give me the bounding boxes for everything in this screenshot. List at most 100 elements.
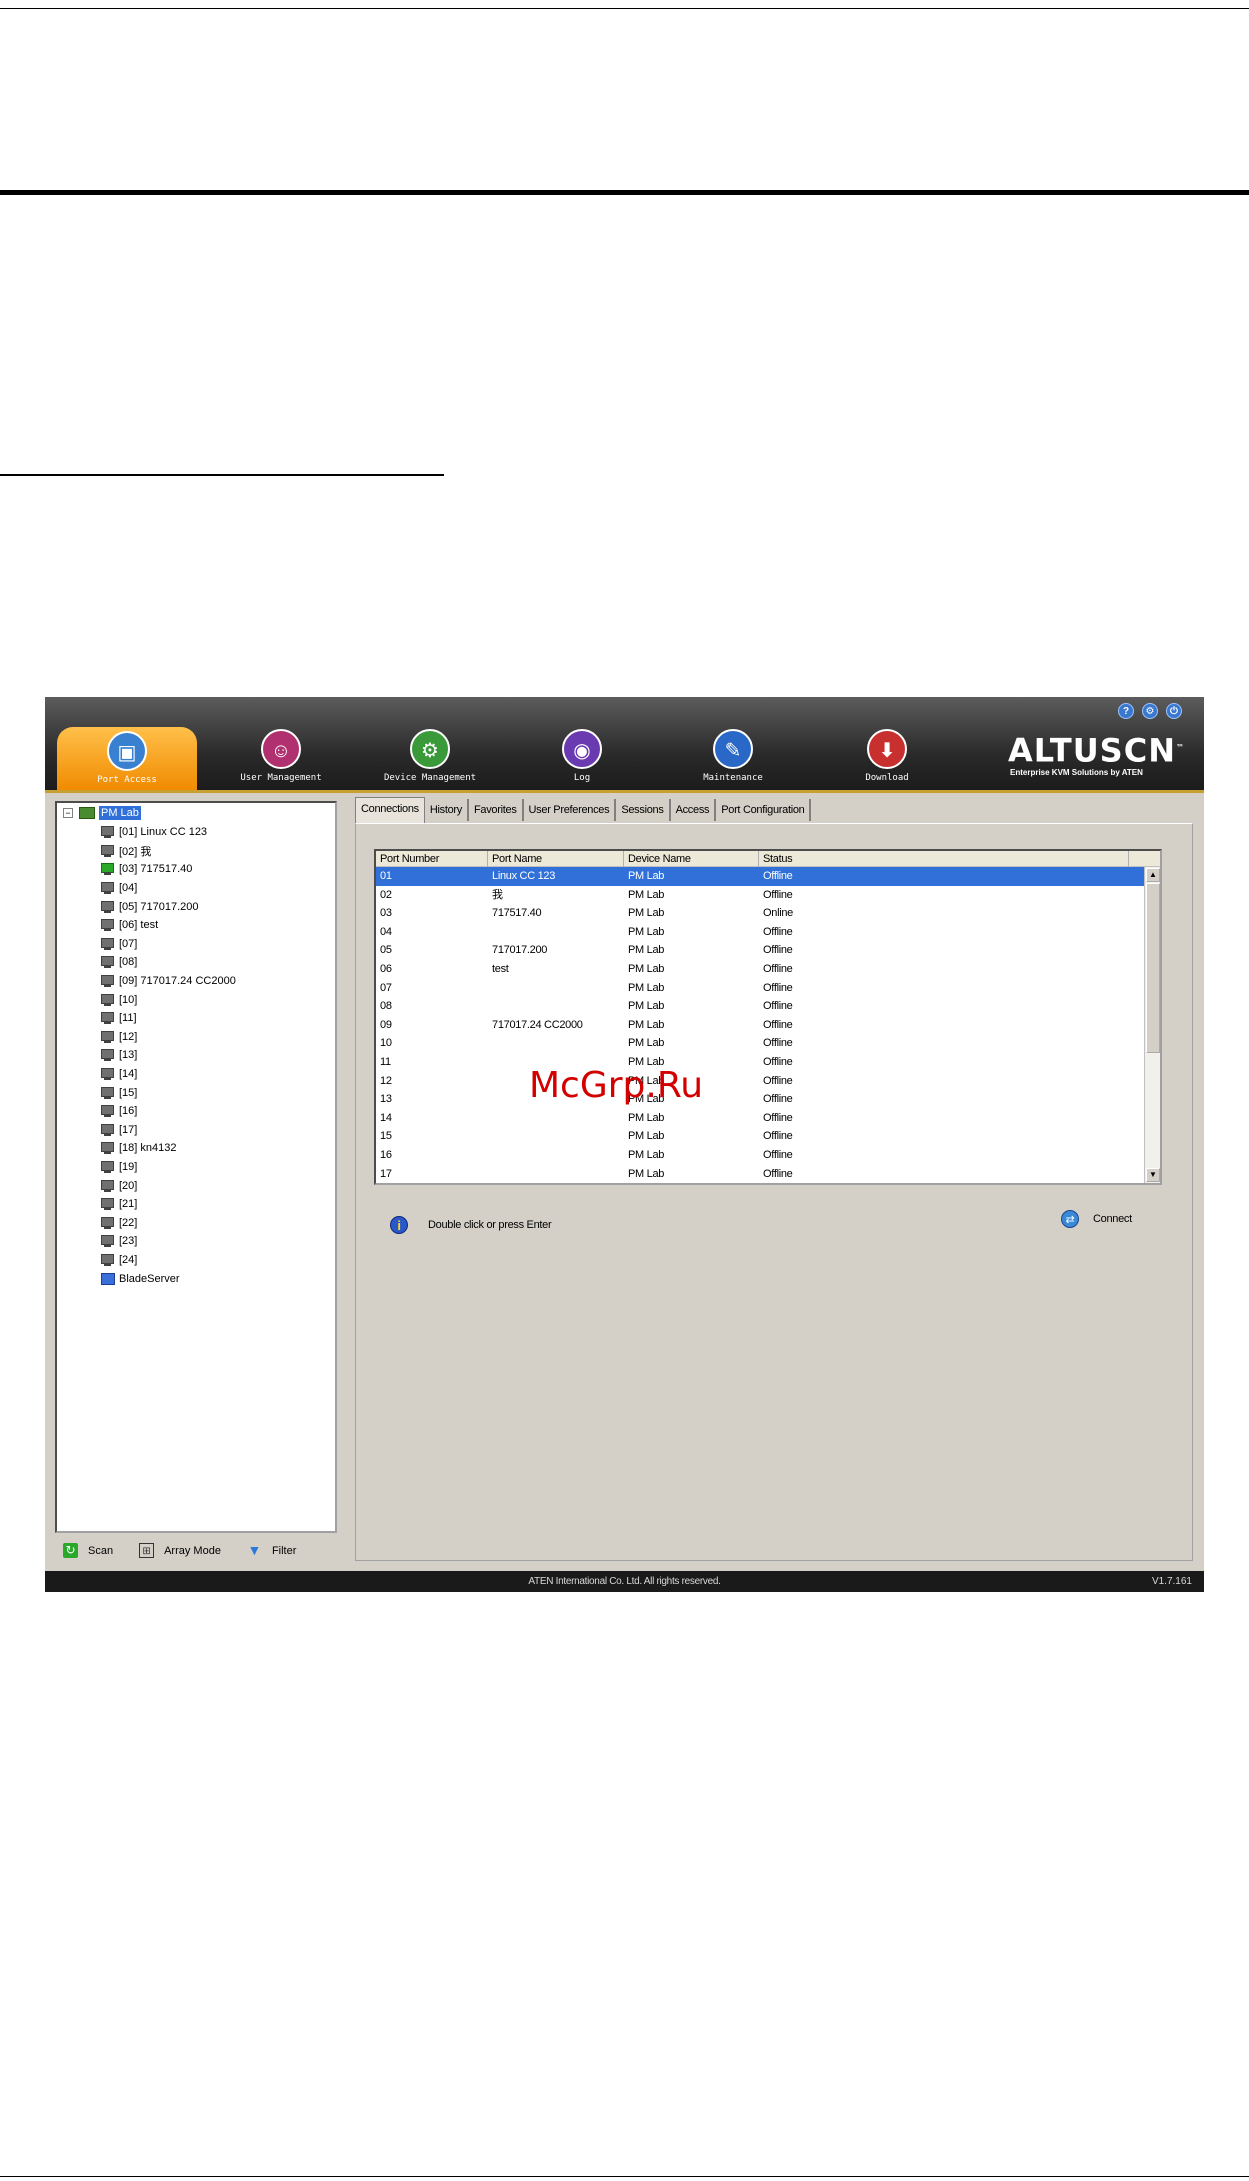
tree-item[interactable]: [02] 我 bbox=[101, 842, 236, 861]
column-header-status[interactable]: Status bbox=[759, 851, 1129, 867]
table-row[interactable]: 06 test PM Lab Offline bbox=[376, 960, 1160, 979]
column-header-port-number[interactable]: Port Number bbox=[376, 851, 488, 867]
filter-button[interactable]: ▼ Filter bbox=[247, 1543, 297, 1558]
left-toolbar: ↻ Scan ⊞ Array Mode ▼ Filter bbox=[63, 1543, 322, 1558]
cell-port-name: 717017.24 CC2000 bbox=[492, 1018, 583, 1031]
table-row[interactable]: 01 Linux CC 123 PM Lab Offline bbox=[376, 867, 1160, 886]
vertical-scrollbar[interactable]: ▲ ▼ bbox=[1144, 867, 1160, 1183]
table-row[interactable]: 15 PM Lab Offline bbox=[376, 1127, 1160, 1146]
settings-icon[interactable]: ⚙ bbox=[1142, 703, 1158, 719]
port-tree-panel[interactable]: − PM Lab [01] Linux CC 123 [02] 我 [03] 717… bbox=[55, 801, 337, 1533]
tree-root[interactable]: − PM Lab bbox=[63, 805, 141, 821]
cell-device-name: PM Lab bbox=[628, 1037, 665, 1050]
computer-online-icon bbox=[101, 863, 115, 876]
tree-item[interactable]: BladeServer bbox=[101, 1269, 236, 1288]
table-row[interactable]: 04 PM Lab Offline bbox=[376, 923, 1160, 942]
tree-item[interactable]: [17] bbox=[101, 1121, 236, 1140]
cell-status: Offline bbox=[763, 1167, 793, 1180]
cell-status: Offline bbox=[763, 888, 793, 901]
nav-user-management[interactable]: ☺ User Management bbox=[221, 725, 341, 791]
tree-item-label: [14] bbox=[119, 1068, 138, 1081]
tree-item[interactable]: [22] bbox=[101, 1213, 236, 1232]
computer-offline-icon bbox=[101, 975, 115, 988]
tree-item[interactable]: [10] bbox=[101, 990, 236, 1009]
cell-device-name: PM Lab bbox=[628, 1018, 665, 1031]
table-row[interactable]: 13 PM Lab Offline bbox=[376, 1090, 1160, 1109]
tree-item-label: [06] test bbox=[119, 919, 159, 932]
logout-icon[interactable]: ⏻ bbox=[1166, 703, 1182, 719]
tab-sessions[interactable]: Sessions bbox=[616, 799, 671, 821]
nav-port-access[interactable]: ▣ Port Access bbox=[57, 727, 197, 791]
table-row[interactable]: 12 PM Lab Offline bbox=[376, 1072, 1160, 1091]
help-icon[interactable]: ? bbox=[1118, 703, 1134, 719]
collapse-icon[interactable]: − bbox=[63, 808, 73, 818]
nav-download[interactable]: ⬇ Download bbox=[827, 725, 947, 791]
tab-favorites[interactable]: Favorites bbox=[469, 799, 524, 821]
table-row[interactable]: 17 PM Lab Offline bbox=[376, 1165, 1160, 1184]
nav-device-management[interactable]: ⚙ Device Management bbox=[370, 725, 490, 791]
tab-user-preferences[interactable]: User Preferences bbox=[524, 799, 617, 821]
computer-offline-icon bbox=[101, 1179, 115, 1192]
tree-item[interactable]: [12] bbox=[101, 1028, 236, 1047]
tree-item[interactable]: [19] bbox=[101, 1158, 236, 1177]
tree-item[interactable]: [04] bbox=[101, 879, 236, 898]
tree-item-label: [08] bbox=[119, 956, 138, 969]
computer-offline-icon bbox=[101, 937, 115, 950]
tab-access[interactable]: Access bbox=[671, 799, 717, 821]
table-row[interactable]: 14 PM Lab Offline bbox=[376, 1109, 1160, 1128]
tree-item-label: [24] bbox=[119, 1253, 138, 1266]
tree-item-label: [07] bbox=[119, 937, 138, 950]
tree-item[interactable]: [14] bbox=[101, 1065, 236, 1084]
computer-offline-icon bbox=[101, 1160, 115, 1173]
tab-connections[interactable]: Connections bbox=[355, 797, 425, 823]
column-header-device-name[interactable]: Device Name bbox=[624, 851, 759, 867]
tree-item[interactable]: [07] bbox=[101, 935, 236, 954]
tree-item[interactable]: [16] bbox=[101, 1102, 236, 1121]
tree-item[interactable]: [24] bbox=[101, 1251, 236, 1270]
column-header-port-name[interactable]: Port Name bbox=[488, 851, 624, 867]
scroll-up-icon[interactable]: ▲ bbox=[1146, 868, 1160, 882]
tree-item[interactable]: [05] 717017.200 bbox=[101, 897, 236, 916]
version-text: V1.7.161 bbox=[1151, 1576, 1192, 1587]
tree-item[interactable]: [01] Linux CC 123 bbox=[101, 823, 236, 842]
scroll-down-icon[interactable]: ▼ bbox=[1146, 1168, 1160, 1182]
scan-button[interactable]: ↻ Scan bbox=[63, 1543, 113, 1558]
tree-item[interactable]: [13] bbox=[101, 1046, 236, 1065]
cell-status: Offline bbox=[763, 1130, 793, 1143]
tree-item[interactable]: [18] kn4132 bbox=[101, 1139, 236, 1158]
tree-item[interactable]: [11] bbox=[101, 1009, 236, 1028]
table-row[interactable]: 16 PM Lab Offline bbox=[376, 1146, 1160, 1165]
altusen-logo: ALTUSCN™ Enterprise KVM Solutions by ATE… bbox=[1008, 731, 1198, 777]
tree-item-label: BladeServer bbox=[119, 1272, 180, 1285]
table-row[interactable]: 03 717517.40 PM Lab Online bbox=[376, 904, 1160, 923]
connect-button[interactable]: ⇄ Connect bbox=[1061, 1210, 1132, 1228]
tree-item[interactable]: [09] 717017.24 CC2000 bbox=[101, 972, 236, 991]
table-row[interactable]: 05 717017.200 PM Lab Offline bbox=[376, 941, 1160, 960]
computer-offline-icon bbox=[101, 1068, 115, 1081]
tree-item[interactable]: [23] bbox=[101, 1232, 236, 1251]
cell-status: Offline bbox=[763, 1000, 793, 1013]
table-row[interactable]: 02 我 PM Lab Offline bbox=[376, 886, 1160, 905]
cell-port-number: 05 bbox=[380, 944, 392, 957]
tab-port-configuration[interactable]: Port Configuration bbox=[716, 799, 812, 821]
table-row[interactable]: 11 PM Lab Offline bbox=[376, 1053, 1160, 1072]
array-mode-button[interactable]: ⊞ Array Mode bbox=[139, 1543, 221, 1558]
nav-maintenance[interactable]: ✎ Maintenance bbox=[673, 725, 793, 791]
table-row[interactable]: 08 PM Lab Offline bbox=[376, 997, 1160, 1016]
nav-log[interactable]: ◉ Log bbox=[522, 725, 642, 791]
scroll-thumb[interactable] bbox=[1146, 883, 1160, 1053]
table-row[interactable]: 07 PM Lab Offline bbox=[376, 979, 1160, 998]
computer-offline-icon bbox=[101, 1216, 115, 1229]
tree-item[interactable]: [21] bbox=[101, 1195, 236, 1214]
table-row[interactable]: 09 717017.24 CC2000 PM Lab Offline bbox=[376, 1016, 1160, 1035]
tree-item[interactable]: [20] bbox=[101, 1176, 236, 1195]
tree-item[interactable]: [06] test bbox=[101, 916, 236, 935]
computer-offline-icon bbox=[101, 993, 115, 1006]
tree-item[interactable]: [08] bbox=[101, 953, 236, 972]
table-row[interactable]: 10 PM Lab Offline bbox=[376, 1034, 1160, 1053]
tree-item[interactable]: [15] bbox=[101, 1083, 236, 1102]
tab-history[interactable]: History bbox=[425, 799, 469, 821]
ports-table[interactable]: Port Number Port Name Device Name Status… bbox=[374, 849, 1162, 1185]
tree-item-label: [10] bbox=[119, 993, 138, 1006]
tree-item[interactable]: [03] 717517.40 bbox=[101, 860, 236, 879]
